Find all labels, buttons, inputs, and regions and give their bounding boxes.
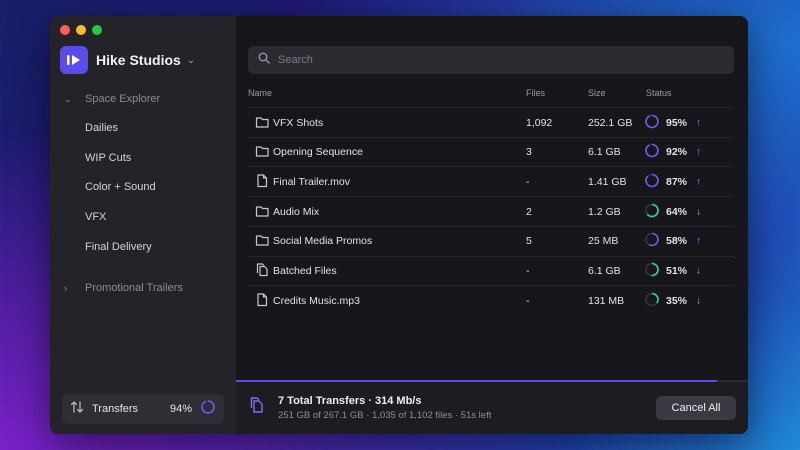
brand-logo-icon [60, 46, 88, 74]
transfer-footer: 7 Total Transfers · 314 Mb/s 251 GB of 2… [236, 380, 748, 434]
upload-arrow-icon: ↑ [696, 117, 701, 128]
overall-progress-track [236, 380, 748, 382]
overall-progress-fill [236, 380, 718, 382]
row-status-percent: 92% [666, 146, 688, 159]
upload-arrow-icon: ↑ [696, 176, 701, 188]
row-name: Social Media Promos [273, 235, 373, 248]
table-row[interactable]: Batched Files - 6.1 GB 51% ↓ [248, 255, 734, 286]
sidebar-item-vfx[interactable]: VFX [85, 211, 106, 223]
sidebar: Hike Studios ⌄ ⌄ Space Explorer Dailies … [50, 16, 236, 434]
sidebar-item-dailies[interactable]: Dailies [85, 122, 118, 134]
file-icon [255, 173, 269, 190]
main-panel: Name Files Size Status VFX Shots1,092252… [236, 16, 748, 434]
transfer-arrows-icon [70, 400, 84, 418]
upload-arrow-icon: ↑ [696, 235, 701, 247]
download-arrow-icon: ↓ [696, 206, 701, 218]
table-row[interactable]: Credits Music.mp3 - 131 MB 35% ↓ [248, 285, 734, 315]
workspace-name: Hike Studios [96, 52, 181, 68]
row-size: 6.1 GB [588, 146, 621, 159]
table-row[interactable]: Opening Sequence 3 6.1 GB 92% ↑ [248, 136, 734, 167]
row-status-percent: 64% [666, 205, 688, 218]
row-size: 6.1 GB [588, 265, 621, 277]
progress-ring-icon [644, 113, 660, 132]
row-files: - [526, 294, 530, 307]
tree-section-space-explorer[interactable]: ⌄ Space Explorer [64, 93, 160, 105]
files-icon [255, 263, 269, 280]
row-files: - [526, 265, 530, 277]
row-size: 131 MB [588, 294, 625, 307]
column-header-size[interactable]: Size [588, 88, 606, 98]
row-files: 5 [526, 235, 532, 248]
chevron-down-icon: ⌄ [64, 93, 72, 104]
table-row[interactable]: Social Media Promos 5 25 MB 58% ↑ [248, 225, 734, 256]
upload-arrow-icon: ↑ [696, 146, 701, 158]
row-size: 252.1 GB [588, 116, 633, 129]
row-files: 3 [526, 146, 532, 159]
workspace-switcher[interactable]: Hike Studios ⌄ [60, 46, 195, 74]
cancel-all-button[interactable]: Cancel All [656, 396, 736, 420]
row-status-percent: 51% [666, 265, 688, 277]
transfer-summary-title: 7 Total Transfers · 314 Mb/s [278, 395, 422, 407]
progress-ring-icon [644, 143, 660, 162]
row-name: Audio Mix [273, 205, 320, 218]
transfers-label: Transfers [92, 403, 139, 415]
row-status-percent: 35% [666, 294, 688, 307]
progress-ring-icon [644, 232, 660, 251]
sidebar-item-wip-cuts[interactable]: WIP Cuts [85, 152, 131, 164]
progress-ring-icon [644, 172, 660, 191]
search-bar[interactable] [248, 46, 734, 74]
folder-icon [255, 233, 269, 250]
app-window: Hike Studios ⌄ ⌄ Space Explorer Dailies … [50, 16, 748, 434]
tree-section-label: Promotional Trailers [85, 282, 183, 294]
search-input[interactable] [278, 54, 698, 66]
transfers-button[interactable]: Transfers 94% [62, 394, 224, 424]
search-icon [258, 51, 270, 69]
sidebar-item-final-delivery[interactable]: Final Delivery [85, 241, 152, 253]
chevron-down-icon: ⌄ [186, 54, 196, 66]
row-files: 1,092 [526, 116, 553, 129]
table-row[interactable]: VFX Shots 1,092 252.1 GB 95% ↑ [248, 107, 734, 137]
transfers-percent: 94% [169, 403, 192, 415]
window-controls [60, 25, 102, 35]
folder-icon [255, 144, 269, 161]
row-size: 25 MB [588, 235, 619, 248]
row-name: Opening Sequence [273, 146, 363, 159]
row-name: Batched Files [273, 265, 337, 277]
row-name: VFX Shots [273, 116, 324, 129]
folder-icon [255, 114, 269, 131]
folder-icon [255, 203, 269, 220]
minimize-window-button[interactable] [76, 25, 86, 35]
table-row[interactable]: Final Trailer.mov - 1.41 GB 87% ↑ [248, 166, 734, 196]
maximize-window-button[interactable] [92, 25, 102, 35]
chevron-right-icon: › [64, 283, 67, 293]
close-window-button[interactable] [60, 25, 70, 35]
column-header-status[interactable]: Status [646, 88, 672, 98]
file-icon [255, 292, 269, 309]
transfers-progress-ring [200, 399, 216, 420]
sidebar-item-color-sound[interactable]: Color + Sound [85, 181, 156, 193]
row-files: 2 [526, 205, 532, 218]
row-size: 1.2 GB [588, 205, 621, 218]
row-files: - [526, 175, 530, 188]
row-status-percent: 58% [666, 235, 688, 248]
row-name: Final Trailer.mov [273, 175, 351, 188]
files-icon [250, 396, 266, 419]
download-arrow-icon: ↓ [696, 295, 701, 307]
download-arrow-icon: ↓ [696, 265, 701, 277]
row-size: 1.41 GB [588, 175, 627, 188]
table-row[interactable]: Audio Mix 2 1.2 GB 64% ↓ [248, 196, 734, 226]
tree-section-promotional-trailers[interactable]: › Promotional Trailers [64, 282, 183, 294]
table-header: Name Files Size Status [236, 88, 748, 104]
tree-section-label: Space Explorer [85, 93, 161, 105]
row-name: Credits Music.mp3 [273, 294, 360, 307]
transfer-summary-details: 251 GB of 267.1 GB · 1,035 of 1,102 file… [278, 410, 492, 421]
column-header-files[interactable]: Files [526, 88, 545, 98]
row-status-percent: 95% [666, 116, 688, 129]
progress-ring-icon [644, 291, 660, 310]
column-header-name[interactable]: Name [248, 88, 272, 98]
progress-ring-icon [644, 262, 660, 281]
row-status-percent: 87% [666, 175, 688, 188]
progress-ring-icon [644, 202, 660, 221]
